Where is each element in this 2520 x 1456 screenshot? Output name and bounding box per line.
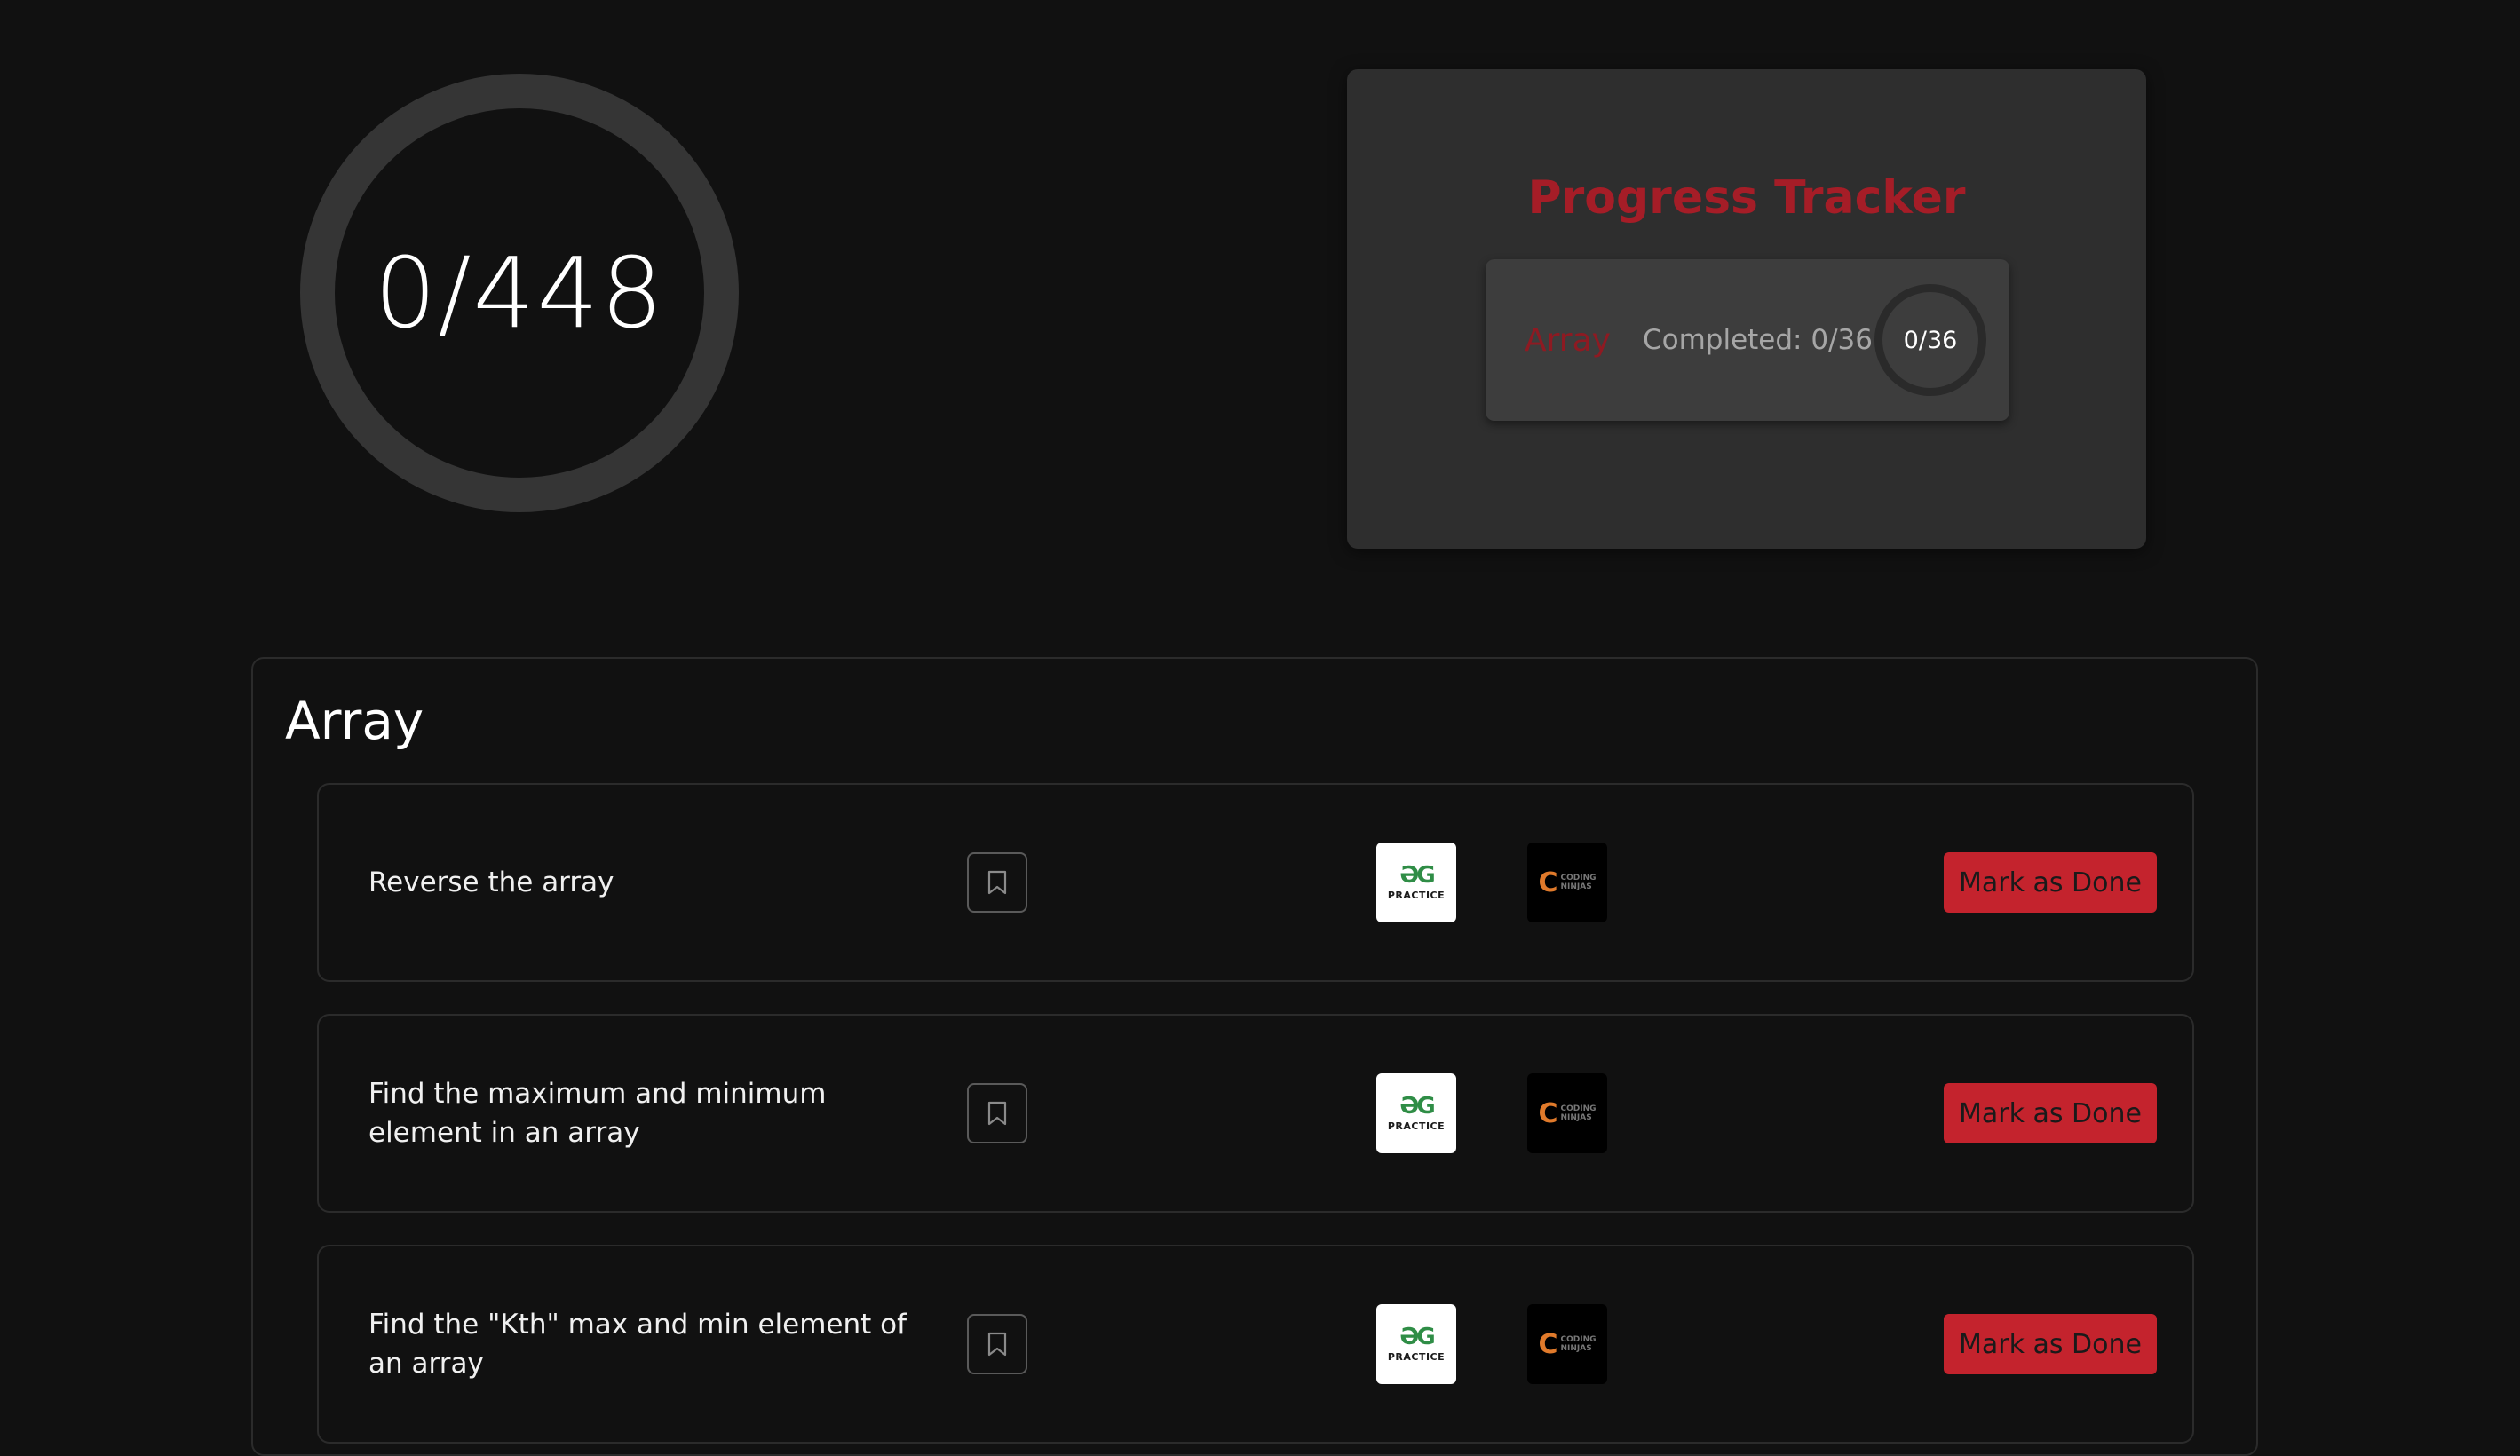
bookmark-button[interactable] xyxy=(967,852,1027,913)
gfg-logo-icon: ƏG xyxy=(1399,1093,1435,1120)
bookmark-button[interactable] xyxy=(967,1314,1027,1374)
coding-ninjas-link[interactable]: C CODING NINJAS xyxy=(1527,843,1607,922)
bookmark-icon xyxy=(987,870,1007,895)
coding-ninjas-logo-text: CODING NINJAS xyxy=(1560,1335,1597,1353)
overall-progress-count: 0/448 xyxy=(374,236,665,350)
gfg-logo-text: PRACTICE xyxy=(1387,1351,1446,1363)
bookmark-icon xyxy=(987,1101,1007,1126)
gfg-logo-icon: ƏG xyxy=(1399,1324,1435,1350)
bookmark-button[interactable] xyxy=(967,1083,1027,1143)
progress-tracker-card: Progress Tracker Array Completed: 0/36 0… xyxy=(1347,69,2146,549)
question-title: Reverse the array xyxy=(368,866,614,898)
coding-ninjas-logo-icon: C xyxy=(1538,1097,1558,1129)
progress-tracker-title: Progress Tracker xyxy=(1527,171,1966,225)
coding-ninjas-logo-text: CODING NINJAS xyxy=(1560,1104,1597,1122)
gfg-practice-link[interactable]: ƏG PRACTICE xyxy=(1376,843,1456,922)
topic-completed-count: Completed: 0/36 xyxy=(1642,324,1873,356)
question-card: Reverse the array ƏG PRACTICE C CODING NI… xyxy=(317,783,2194,982)
topic-name: Array xyxy=(1525,321,1611,359)
gfg-practice-link[interactable]: ƏG PRACTICE xyxy=(1376,1073,1456,1153)
gfg-logo-icon: ƏG xyxy=(1399,862,1435,889)
section-title: Array xyxy=(285,691,424,751)
overall-progress-ring: 0/448 xyxy=(300,74,739,512)
coding-ninjas-link[interactable]: C CODING NINJAS xyxy=(1527,1073,1607,1153)
mark-as-done-button[interactable]: Mark as Done xyxy=(1944,1314,2157,1374)
topic-progress-array[interactable]: Array Completed: 0/36 0/36 xyxy=(1486,259,2009,421)
bookmark-icon xyxy=(987,1332,1007,1357)
coding-ninjas-logo-icon: C xyxy=(1538,866,1558,898)
topic-progress-ring: 0/36 xyxy=(1874,284,1986,396)
gfg-logo-text: PRACTICE xyxy=(1387,1120,1446,1132)
question-card: Find the "Kth" max and min element of an… xyxy=(317,1245,2194,1444)
topic-progress-ring-label: 0/36 xyxy=(1903,326,1958,354)
coding-ninjas-logo-icon: C xyxy=(1538,1328,1558,1360)
coding-ninjas-link[interactable]: C CODING NINJAS xyxy=(1527,1304,1607,1384)
question-card: Find the maximum and minimum element in … xyxy=(317,1014,2194,1213)
mark-as-done-button[interactable]: Mark as Done xyxy=(1944,852,2157,913)
mark-as-done-button[interactable]: Mark as Done xyxy=(1944,1083,2157,1143)
topic-section-array: Array Reverse the array ƏG PRACTICE C CO… xyxy=(251,657,2258,1456)
gfg-practice-link[interactable]: ƏG PRACTICE xyxy=(1376,1304,1456,1384)
coding-ninjas-logo-text: CODING NINJAS xyxy=(1560,874,1597,891)
gfg-logo-text: PRACTICE xyxy=(1387,890,1446,901)
question-title: Find the "Kth" max and min element of an… xyxy=(368,1309,907,1380)
question-title: Find the maximum and minimum element in … xyxy=(368,1078,827,1149)
